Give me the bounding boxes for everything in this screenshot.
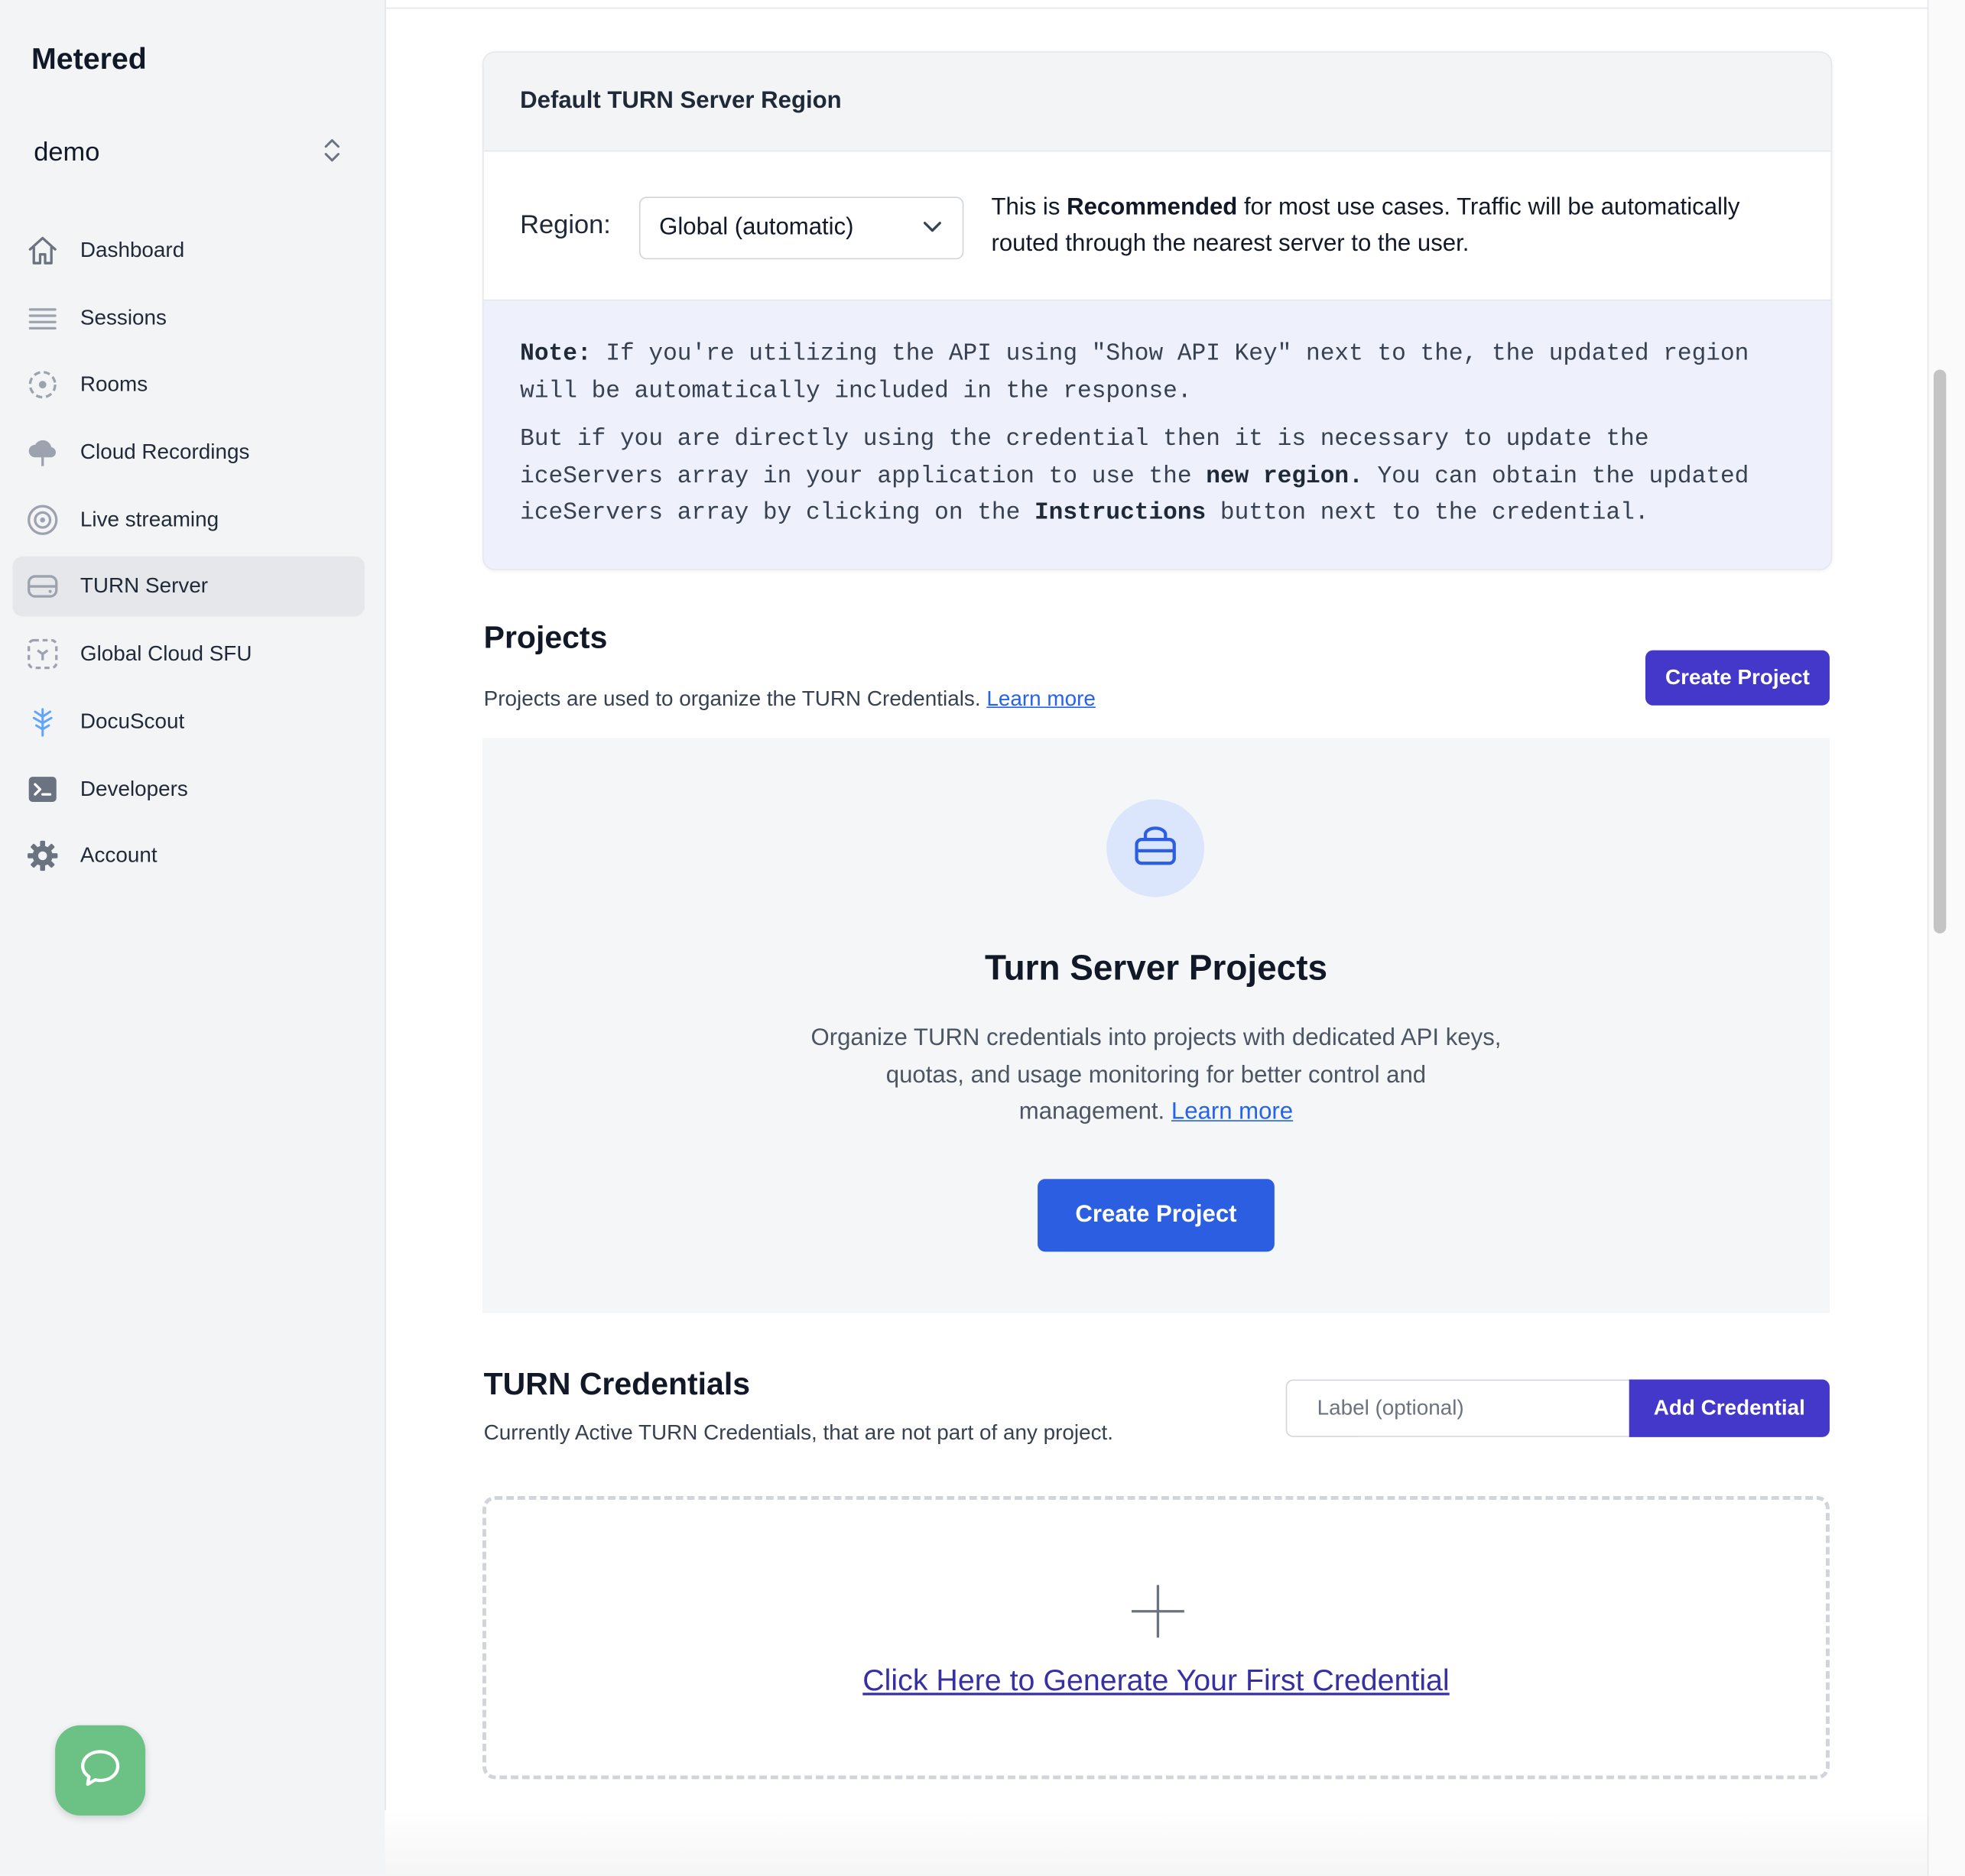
sidebar-item-dashboard[interactable]: Dashboard <box>12 220 365 281</box>
sidebar-item-account[interactable]: Account <box>12 826 365 886</box>
brand-logo[interactable]: Metered <box>31 43 147 78</box>
sidebar-item-docuscout[interactable]: DocuScout <box>12 691 365 751</box>
top-divider <box>385 7 1928 9</box>
sidebar: Metered demo Dashboard Sessions Rooms Cl… <box>0 0 386 1876</box>
sidebar-item-cloud-recordings[interactable]: Cloud Recordings <box>12 422 365 482</box>
chat-icon <box>78 1745 123 1796</box>
sidebar-item-label: Developers <box>80 776 188 800</box>
projects-subtitle: Projects are used to organize the TURN C… <box>484 686 1096 712</box>
projects-empty-state: Turn Server Projects Organize TURN crede… <box>482 738 1830 1313</box>
sidebar-item-rooms[interactable]: Rooms <box>12 355 365 415</box>
note-label: Note: <box>520 339 592 368</box>
region-note: Note: If you're utilizing the API using … <box>483 300 1831 570</box>
sfu-icon <box>26 638 59 670</box>
chevron-down-icon <box>922 217 942 240</box>
sidebar-item-label: Cloud Recordings <box>80 440 250 464</box>
region-select[interactable]: Global (automatic) <box>638 196 964 260</box>
note2-bold-instructions: Instructions <box>1034 498 1207 527</box>
note-paragraph-2: But if you are directly using the creden… <box>520 421 1794 532</box>
projects-title: Projects <box>483 620 608 656</box>
sidebar-item-turn-server[interactable]: TURN Server <box>12 557 365 618</box>
list-icon <box>26 301 59 334</box>
bottom-fade <box>385 1810 1928 1876</box>
add-credential-button[interactable]: Add Credential <box>1629 1379 1830 1437</box>
sidebar-nav: Dashboard Sessions Rooms Cloud Recording… <box>12 220 365 893</box>
note-paragraph-1: Note: If you're utilizing the API using … <box>520 336 1794 410</box>
sidebar-item-label: TURN Server <box>80 574 209 599</box>
server-icon <box>26 570 59 603</box>
region-card: Default TURN Server Region Region: Globa… <box>482 51 1833 570</box>
note2-bold-new-region: new region. <box>1206 461 1363 490</box>
region-card-title: Default TURN Server Region <box>520 87 842 115</box>
sidebar-item-global-cloud-sfu[interactable]: Global Cloud SFU <box>12 624 365 684</box>
sidebar-item-developers[interactable]: Developers <box>12 758 365 819</box>
rooms-icon <box>26 368 59 401</box>
generate-first-credential-link[interactable]: Click Here to Generate Your First Creden… <box>486 1664 1826 1699</box>
note-text: If you're utilizing the API using "Show … <box>520 339 1749 404</box>
projects-icon-circle <box>1106 799 1205 897</box>
team-switcher[interactable]: demo <box>34 133 341 173</box>
scrollbar-track[interactable] <box>1927 0 1965 1876</box>
projects-empty-learn-more-link[interactable]: Learn more <box>1171 1099 1293 1125</box>
sidebar-item-label: Global Cloud SFU <box>80 641 252 666</box>
home-icon <box>26 234 59 267</box>
sidebar-item-sessions[interactable]: Sessions <box>12 287 365 348</box>
support-chat-button[interactable] <box>55 1725 146 1816</box>
region-desc-bold: Recommended <box>1067 194 1238 221</box>
sidebar-item-label: DocuScout <box>80 709 185 733</box>
region-card-header: Default TURN Server Region <box>483 52 1831 152</box>
credential-label-input[interactable] <box>1285 1379 1631 1437</box>
app-window: Metered demo Dashboard Sessions Rooms Cl… <box>0 0 1965 1876</box>
credentials-subtitle: Currently Active TURN Credentials, that … <box>483 1420 1114 1445</box>
team-name: demo <box>34 138 100 167</box>
empty-create-project-button[interactable]: Create Project <box>1038 1179 1275 1252</box>
generate-credential-dropzone[interactable]: Click Here to Generate Your First Creden… <box>482 1495 1830 1780</box>
sidebar-item-label: Sessions <box>80 305 167 329</box>
cloud-upload-icon <box>26 436 59 469</box>
note2-text-c: button next to the credential. <box>1206 498 1649 527</box>
projects-subtitle-text: Projects are used to organize the TURN C… <box>483 686 981 711</box>
sidebar-item-label: Dashboard <box>80 238 185 262</box>
projects-empty-desc-text: Organize TURN credentials into projects … <box>810 1024 1502 1125</box>
sidebar-item-label: Live streaming <box>80 507 219 531</box>
sidebar-item-label: Account <box>80 843 158 868</box>
credentials-title: TURN Credentials <box>483 1367 751 1403</box>
docuscout-icon <box>26 705 59 738</box>
projects-learn-more-link[interactable]: Learn more <box>986 686 1095 710</box>
broadcast-icon <box>26 503 59 536</box>
projects-empty-title: Turn Server Projects <box>984 948 1328 988</box>
gear-icon <box>26 839 59 872</box>
create-project-button[interactable]: Create Project <box>1645 650 1830 706</box>
scrollbar-thumb[interactable] <box>1933 369 1947 934</box>
projects-empty-description: Organize TURN credentials into projects … <box>810 1020 1501 1131</box>
region-desc-prefix: This is <box>991 194 1067 221</box>
terminal-icon <box>26 772 59 805</box>
region-description: This is Recommended for most use cases. … <box>991 189 1805 261</box>
region-row: Region: Global (automatic) This is Recom… <box>483 151 1831 301</box>
chevron-up-down-icon <box>323 136 341 170</box>
region-label: Region: <box>520 210 611 240</box>
sidebar-item-label: Rooms <box>80 372 148 397</box>
server-stack-icon <box>1133 824 1178 873</box>
sidebar-item-live-streaming[interactable]: Live streaming <box>12 489 365 550</box>
plus-icon <box>1132 1585 1184 1638</box>
region-select-value: Global (automatic) <box>659 214 854 241</box>
